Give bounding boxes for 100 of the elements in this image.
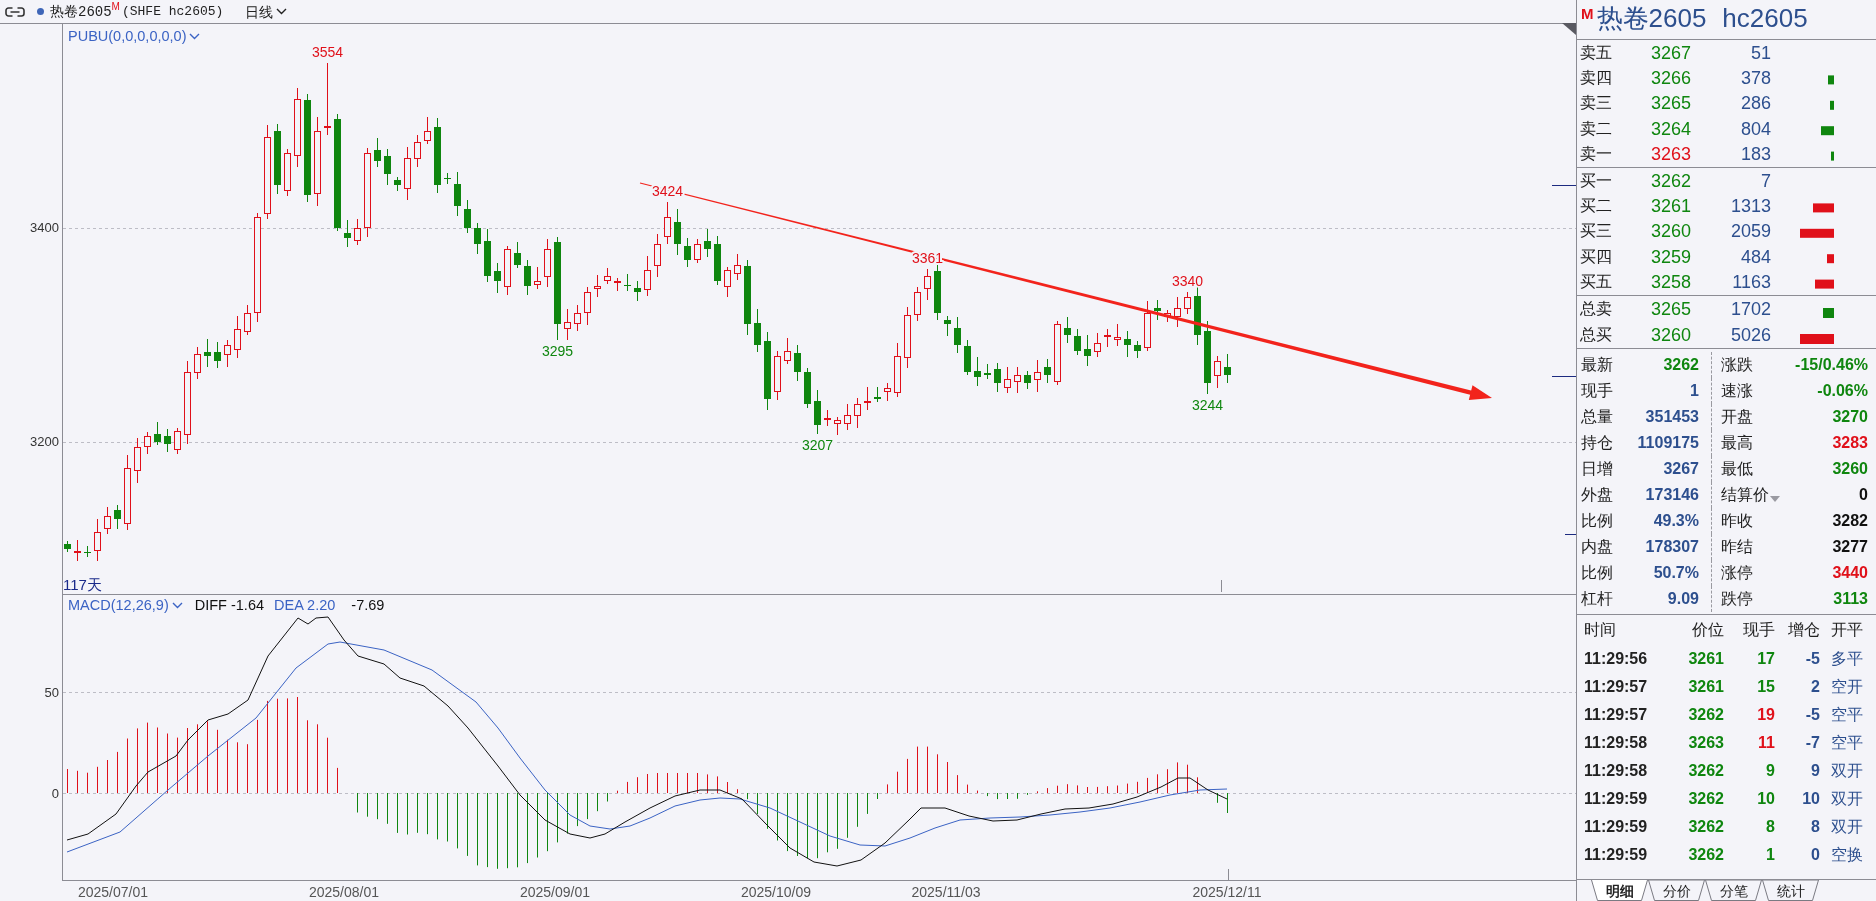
trade-volume: 19 — [1756, 707, 1775, 723]
indicator-value: -7.69 — [351, 596, 385, 614]
price-marker — [1551, 376, 1576, 377]
trade-type: 多平 — [1830, 651, 1864, 667]
volume-bar — [1830, 100, 1834, 110]
trade-type: 双开 — [1830, 763, 1864, 779]
stat-value: 49.3% — [1653, 513, 1699, 529]
order-volume: 1313 — [1729, 197, 1771, 216]
order-label: 卖二 — [1580, 120, 1613, 137]
indicator-dropdown[interactable]: PUBU(0,0,0,0,0,0) — [68, 27, 201, 45]
trade-price: 3261 — [1687, 679, 1724, 695]
volume-bar — [1813, 203, 1834, 213]
date-label: 2025/10/09 — [740, 884, 812, 900]
stat-value: 3113 — [1833, 591, 1868, 607]
contract-code: hc2605 — [1722, 2, 1808, 34]
stat-value: 3270 — [1832, 409, 1868, 425]
trade-time: 11:29:57 — [1584, 679, 1649, 695]
trade-oi-change: 8 — [1810, 819, 1820, 835]
panel-tab[interactable]: 统计 — [1762, 880, 1819, 901]
price-label: 3207 — [801, 437, 834, 453]
order-price: 3261 — [1649, 197, 1691, 216]
stat-value: 3282 — [1832, 513, 1868, 529]
volume-bar — [1828, 75, 1834, 85]
order-label: 买四 — [1580, 248, 1613, 265]
order-volume: 1702 — [1729, 300, 1771, 318]
order-price: 3262 — [1649, 171, 1691, 190]
volume-bar — [1800, 334, 1834, 344]
trade-price: 3263 — [1687, 735, 1724, 751]
order-volume: 804 — [1739, 119, 1771, 138]
date-label: 2025/12/11 — [1192, 884, 1262, 900]
stat-label: 最低 — [1721, 461, 1753, 477]
stat-label: 持仓 — [1581, 435, 1613, 451]
axis-label: 3400 — [30, 220, 59, 235]
panel-tab[interactable]: 分价 — [1648, 880, 1705, 901]
volume-bar — [1800, 228, 1834, 238]
indicator-value: DIFF -1.64 — [194, 596, 265, 614]
chevron-down-icon — [189, 32, 201, 40]
order-price: 3265 — [1649, 94, 1691, 113]
link-icon[interactable] — [5, 6, 25, 17]
order-volume: 51 — [1749, 43, 1771, 62]
stat-label: 昨收 — [1721, 513, 1753, 529]
order-volume: 2059 — [1729, 222, 1771, 241]
stat-label: 日增 — [1581, 461, 1613, 477]
order-label: 卖五 — [1580, 44, 1613, 61]
stat-value: 3260 — [1832, 461, 1868, 477]
column-header: 时间 — [1584, 622, 1617, 638]
stat-value: 351453 — [1645, 409, 1699, 425]
trade-type: 双开 — [1830, 819, 1864, 835]
order-price: 3260 — [1649, 326, 1691, 344]
order-label: 卖一 — [1580, 146, 1613, 163]
bar-count-label: 117天 — [63, 576, 102, 593]
price-label: 3244 — [1191, 397, 1224, 413]
order-label: 卖三 — [1580, 95, 1613, 112]
trade-price: 3262 — [1687, 763, 1724, 779]
order-volume: 378 — [1739, 69, 1771, 88]
date-label: 2025/11/03 — [911, 884, 981, 900]
stat-label: 最新 — [1581, 357, 1613, 373]
trade-price: 3262 — [1687, 819, 1724, 835]
stat-label: 内盘 — [1581, 539, 1613, 555]
trade-oi-change: 10 — [1801, 791, 1820, 807]
stat-value: 173146 — [1645, 487, 1699, 503]
trade-oi-change: -5 — [1804, 651, 1820, 667]
trade-oi-change: 2 — [1810, 679, 1820, 695]
trade-type: 空换 — [1830, 847, 1864, 863]
stat-label: 杠杆 — [1581, 591, 1613, 607]
stat-value: 50.7% — [1653, 565, 1699, 581]
stat-label: 现手 — [1581, 383, 1613, 399]
stat-label: 速涨 — [1721, 383, 1753, 399]
period-dropdown[interactable]: 日线 — [245, 4, 288, 19]
price-label: 3340 — [1171, 273, 1204, 289]
corner-triangle-icon — [1562, 23, 1576, 35]
trade-type: 空平 — [1830, 735, 1864, 751]
column-header: 增仓 — [1787, 622, 1820, 638]
stat-value: 3283 — [1832, 435, 1868, 451]
trade-oi-change: 9 — [1810, 763, 1820, 779]
price-marker — [1551, 185, 1576, 186]
indicator-dropdown[interactable]: MACD(12,26,9) — [68, 596, 183, 614]
trade-volume: 10 — [1756, 791, 1775, 807]
stat-value: 1109175 — [1637, 435, 1699, 451]
exchange-code: (SHFE hc2605) — [121, 5, 224, 18]
order-volume: 183 — [1739, 145, 1771, 164]
order-price: 3258 — [1649, 273, 1691, 292]
stat-value: 0 — [1859, 487, 1868, 503]
trade-oi-change: 0 — [1810, 847, 1820, 863]
panel-tab[interactable]: 明细 — [1591, 880, 1648, 901]
trade-volume: 17 — [1756, 651, 1775, 667]
trade-type: 空开 — [1830, 679, 1864, 695]
stat-label: 涨跌 — [1721, 357, 1753, 373]
column-header: 价位 — [1691, 622, 1724, 638]
axis-label: 50 — [44, 685, 59, 700]
panel-tab[interactable]: 分笔 — [1705, 880, 1762, 901]
price-label: 3295 — [541, 343, 574, 359]
caret-down-icon[interactable] — [1770, 496, 1780, 502]
trade-time: 11:29:58 — [1584, 763, 1649, 779]
chevron-down-icon — [276, 8, 288, 15]
stat-value: 1 — [1690, 383, 1699, 399]
volume-bar — [1821, 126, 1834, 136]
stat-value: -0.06% — [1817, 383, 1868, 399]
stat-label: 总量 — [1581, 409, 1613, 425]
order-volume: 286 — [1739, 94, 1771, 113]
